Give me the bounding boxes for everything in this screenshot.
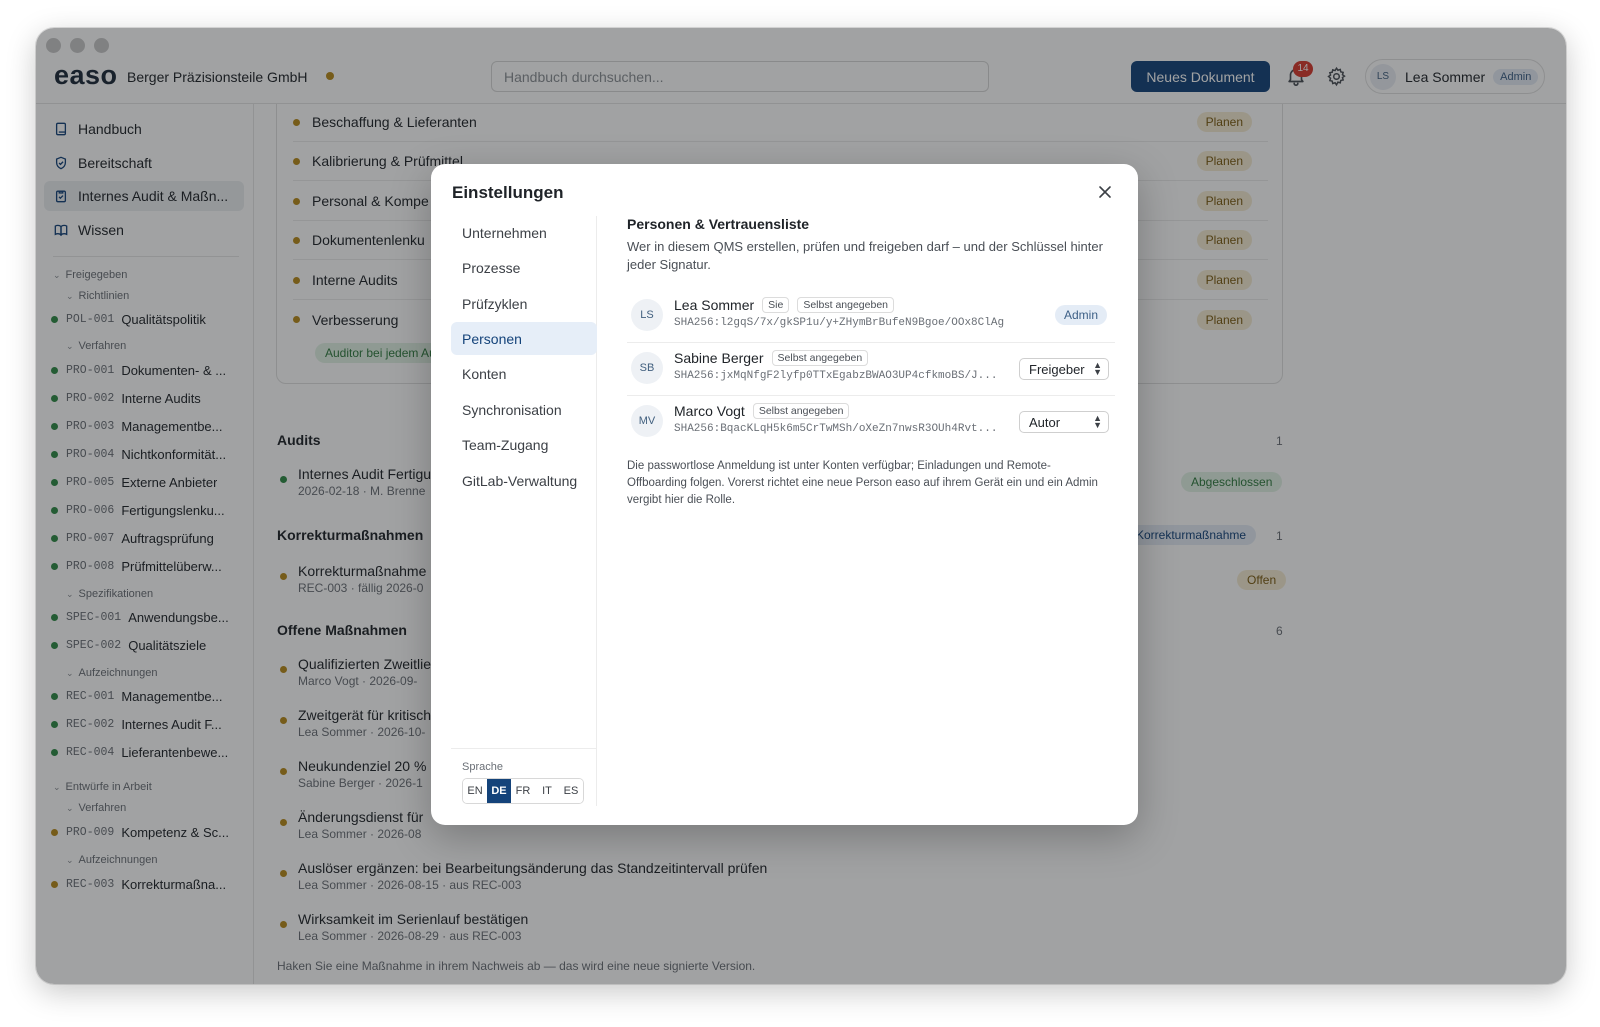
dialog-title: Einstellungen [452,183,564,202]
updown-chevron-icon: ▲ ▼ [1093,413,1102,430]
settings-tab-test-cycles[interactable]: Prüfzyklen [451,287,597,320]
role-select[interactable]: Freigeber ▲ ▼ [1019,358,1109,380]
you-tag: Sie [762,297,790,313]
role-select[interactable]: Autor ▲ ▼ [1019,411,1109,433]
language-label: Sprache [462,761,503,773]
settings-tab-people[interactable]: Personen [451,322,597,355]
key-fingerprint: SHA256:l2gqS/7x/gkSP1u/y+ZHymBrBufeN9Bgo… [674,317,1005,329]
updown-chevron-icon: ▲ ▼ [1093,360,1102,377]
self-declared-tag: Selbst angegeben [797,297,894,313]
language-switcher: EN DE FR IT ES [462,778,584,804]
panel-heading: Personen & Vertrauensliste [627,216,810,232]
person-name: Marco Vogt Selbst angegeben [674,403,850,419]
person-name: Lea Sommer Sie Selbst angegeben [674,297,894,313]
person-row: LS Lea Sommer Sie Selbst angegeben SHA25… [627,291,1115,343]
settings-tab-gitlab[interactable]: GitLab-Verwaltung [451,464,597,497]
person-row: SB Sabine Berger Selbst angegeben SHA256… [627,344,1115,396]
settings-tab-sync[interactable]: Synchronisation [451,393,597,426]
avatar: SB [631,352,663,384]
person-row: MV Marco Vogt Selbst angegeben SHA256:Bq… [627,397,1115,449]
app-window: easo Berger Präzisionsteile GmbH Neues D… [36,28,1566,984]
onboarding-note: Die passwortlose Anmeldung ist unter Kon… [627,460,1098,506]
settings-tab-accounts[interactable]: Konten [451,357,597,390]
people-panel: Personen & Vertrauensliste Wer in diesem… [627,216,1115,506]
self-declared-tag: Selbst angegeben [771,350,869,366]
close-icon [1099,185,1111,198]
language-option-es[interactable]: ES [559,779,583,803]
settings-dialog: Einstellungen Unternehmen Prozesse Prüfz… [431,164,1138,825]
settings-tab-processes[interactable]: Prozesse [451,251,597,284]
nav-divider [451,748,597,749]
language-option-de[interactable]: DE [487,779,511,803]
key-fingerprint: SHA256:jxMqNfgF2lyfp0TTxEgabzBWAO3UP4cfk… [674,370,998,382]
avatar: LS [631,299,663,331]
language-option-it[interactable]: IT [535,779,559,803]
settings-tab-company[interactable]: Unternehmen [451,216,597,249]
key-fingerprint: SHA256:BqacKLqH5k6m5CrTwMSh/oXeZn7nwsR3O… [674,423,998,435]
language-option-fr[interactable]: FR [511,779,535,803]
close-dialog-button[interactable] [1094,182,1116,204]
role-badge: Admin [1055,305,1108,325]
panel-description: Wer in diesem QMS erstellen, prüfen und … [627,239,1103,272]
settings-tab-team-access[interactable]: Team-Zugang [451,428,597,461]
person-name: Sabine Berger Selbst angegeben [674,350,869,366]
language-option-en[interactable]: EN [463,779,487,803]
self-declared-tag: Selbst angegeben [752,403,850,419]
settings-nav: Unternehmen Prozesse Prüfzyklen Personen… [451,216,597,806]
avatar: MV [631,405,663,437]
